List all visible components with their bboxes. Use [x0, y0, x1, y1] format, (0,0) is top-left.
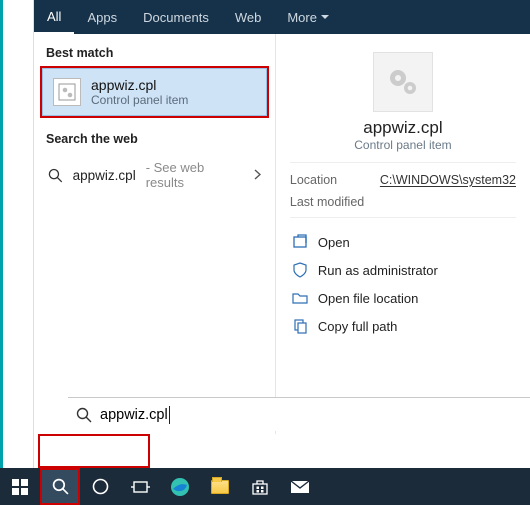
action-open[interactable]: Open: [290, 228, 516, 256]
taskbar-app-mail[interactable]: [280, 468, 320, 505]
best-match-title: appwiz.cpl: [91, 77, 188, 93]
best-match-item[interactable]: appwiz.cpl Control panel item: [42, 68, 267, 116]
tab-documents[interactable]: Documents: [130, 0, 222, 34]
results-body: Best match appwiz.cpl Control panel item…: [34, 34, 530, 434]
open-icon: [292, 234, 308, 250]
file-explorer-icon: [211, 480, 229, 494]
action-open-location[interactable]: Open file location: [290, 284, 516, 312]
web-result-item[interactable]: appwiz.cpl - See web results: [34, 152, 275, 198]
action-open-location-label: Open file location: [318, 291, 418, 306]
details-large-icon: [373, 52, 433, 112]
tab-apps[interactable]: Apps: [74, 0, 130, 34]
search-icon: [76, 407, 92, 423]
details-subtitle: Control panel item: [290, 138, 516, 152]
chevron-right-icon: [254, 168, 261, 183]
gears-icon: [384, 63, 422, 101]
task-view-icon: [131, 480, 150, 494]
windows-logo-icon: [12, 479, 28, 495]
search-icon: [48, 168, 63, 183]
search-bar[interactable]: appwiz.cpl: [68, 397, 530, 431]
action-run-admin-label: Run as administrator: [318, 263, 438, 278]
action-copy-path-label: Copy full path: [318, 319, 398, 334]
search-filter-tabs: All Apps Documents Web More: [34, 0, 530, 34]
meta-modified-key: Last modified: [290, 195, 380, 209]
tab-more-label: More: [287, 10, 317, 25]
tab-all[interactable]: All: [34, 0, 74, 34]
search-input-text[interactable]: appwiz.cpl: [100, 407, 168, 423]
taskbar: [0, 468, 530, 505]
folder-icon: [292, 290, 308, 306]
store-icon: [251, 478, 269, 496]
best-match-text: appwiz.cpl Control panel item: [91, 77, 188, 107]
taskbar-app-explorer[interactable]: [200, 468, 240, 505]
taskbar-app-edge[interactable]: [160, 468, 200, 505]
taskbar-search-button[interactable]: [40, 468, 80, 505]
edge-icon: [170, 477, 190, 497]
text-caret: [169, 406, 170, 424]
start-button[interactable]: [0, 468, 40, 505]
tab-web[interactable]: Web: [222, 0, 275, 34]
control-panel-item-icon: [53, 78, 81, 106]
section-search-web: Search the web: [34, 124, 275, 152]
web-result-label: appwiz.cpl: [73, 168, 136, 183]
details-metadata: Location C:\WINDOWS\system32 Last modifi…: [290, 162, 516, 209]
meta-location-value[interactable]: C:\WINDOWS\system32: [380, 173, 516, 187]
action-copy-path[interactable]: Copy full path: [290, 312, 516, 340]
taskbar-app-store[interactable]: [240, 468, 280, 505]
details-title: appwiz.cpl: [290, 118, 516, 138]
details-actions: Open Run as administrator Open file loca…: [290, 217, 516, 340]
details-pane: appwiz.cpl Control panel item Location C…: [276, 34, 530, 434]
shield-admin-icon: [292, 262, 308, 278]
chevron-down-icon: [321, 15, 329, 20]
web-result-hint: - See web results: [146, 160, 244, 190]
search-icon: [52, 478, 69, 495]
search-results-panel: All Apps Documents Web More Best match a…: [34, 0, 530, 468]
circle-icon: [92, 478, 109, 495]
section-best-match: Best match: [34, 38, 275, 66]
tab-more[interactable]: More: [274, 0, 342, 34]
copy-icon: [292, 318, 308, 334]
best-match-highlight: appwiz.cpl Control panel item: [40, 66, 269, 118]
mail-icon: [290, 480, 310, 494]
best-match-subtitle: Control panel item: [91, 93, 188, 107]
action-run-admin[interactable]: Run as administrator: [290, 256, 516, 284]
meta-location-key: Location: [290, 173, 380, 187]
task-view-button[interactable]: [120, 468, 160, 505]
window-left-edge: [0, 0, 34, 468]
cortana-button[interactable]: [80, 468, 120, 505]
action-open-label: Open: [318, 235, 350, 250]
results-left-column: Best match appwiz.cpl Control panel item…: [34, 34, 276, 434]
